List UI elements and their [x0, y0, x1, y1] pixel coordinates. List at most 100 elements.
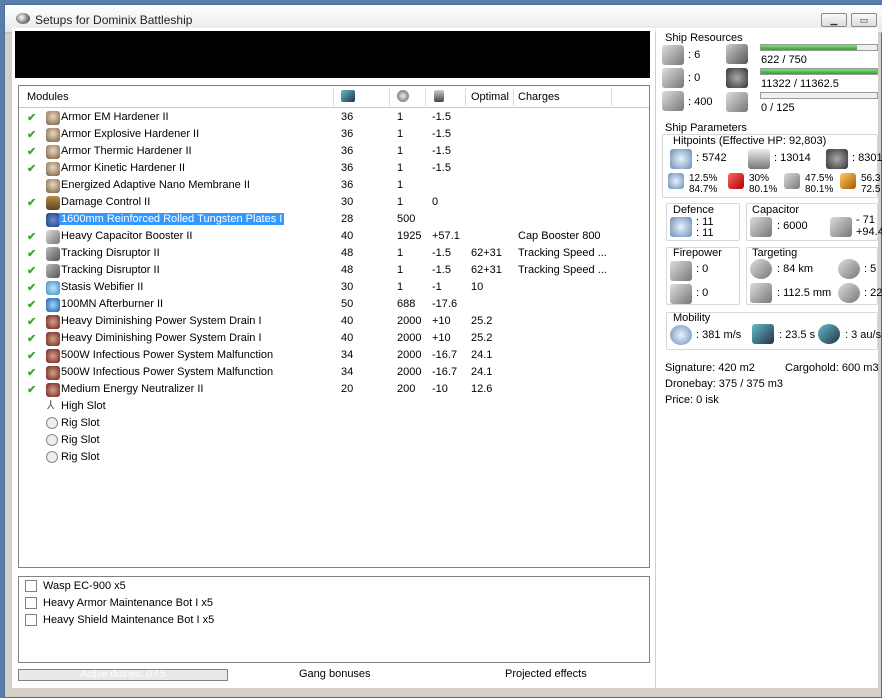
- max-targets-icon: [838, 259, 860, 279]
- active-check-icon[interactable]: ✔: [27, 281, 36, 294]
- firepower-title: Firepower: [673, 247, 722, 259]
- module-row[interactable]: ✔ Stasis Webifier II 30 1 -1 10: [19, 279, 649, 296]
- module-row[interactable]: ✔ 500W Infectious Power System Malfunctio…: [19, 364, 649, 381]
- module-optimal: 25.2: [471, 315, 493, 327]
- active-check-icon[interactable]: ✔: [27, 196, 36, 209]
- modules-header: Modules Optimal Charges: [19, 86, 649, 108]
- kinetic-resist: 47.5% 80.1%: [805, 173, 834, 195]
- module-name: Tracking Disruptor II: [61, 264, 160, 276]
- module-powergrid: 1: [397, 128, 404, 140]
- powergrid-bar: [760, 68, 878, 75]
- col-optimal[interactable]: Optimal: [471, 91, 509, 103]
- module-capacitor: -1.5: [432, 247, 451, 259]
- module-row[interactable]: ✔ 500W Infectious Power System Malfunctio…: [19, 347, 649, 364]
- module-row[interactable]: ✔ Armor Kinetic Hardener II 36 1 -1.5: [19, 160, 649, 177]
- active-check-icon[interactable]: ✔: [27, 111, 36, 124]
- hardener-icon: [46, 145, 60, 159]
- col-modules[interactable]: Modules: [27, 91, 69, 103]
- tracking-disruptor-icon: [46, 264, 60, 278]
- module-cpu: 34: [341, 366, 354, 378]
- warp-speed-icon: [818, 324, 840, 344]
- active-check-icon[interactable]: ✔: [27, 247, 36, 260]
- module-row[interactable]: Energized Adaptive Nano Membrane II 36 1: [19, 177, 649, 194]
- drone-checkbox[interactable]: [25, 580, 37, 592]
- active-check-icon[interactable]: ✔: [27, 315, 36, 328]
- module-cpu: 30: [341, 196, 354, 208]
- explosive-resist-icon: [840, 173, 856, 189]
- module-row[interactable]: ✔ Tracking Disruptor II 48 1 -1.5 62+31 Tracki…: [19, 245, 649, 262]
- active-check-icon[interactable]: ✔: [27, 349, 36, 362]
- module-cpu: 40: [341, 230, 354, 242]
- projected-effects-button[interactable]: Projected effects: [505, 668, 587, 680]
- minimize-button[interactable]: ▁: [821, 13, 847, 27]
- active-check-icon[interactable]: ✔: [27, 298, 36, 311]
- neutralizer-icon: [46, 349, 60, 363]
- powergrid-icon[interactable]: [397, 90, 409, 102]
- module-name: Rig Slot: [61, 434, 100, 446]
- cap-delta-b: +94.4: [856, 226, 882, 238]
- active-check-icon[interactable]: ✔: [27, 366, 36, 379]
- warp-speed: : 3 au/s: [845, 329, 882, 341]
- module-row[interactable]: ✔ Armor EM Hardener II 36 1 -1.5: [19, 109, 649, 126]
- module-row[interactable]: ✔ Medium Energy Neutralizer II 20 200 -10 12.…: [19, 381, 649, 398]
- module-name: Heavy Diminishing Power System Drain I: [61, 315, 262, 327]
- module-capacitor: -17.6: [432, 298, 458, 310]
- mobility-title: Mobility: [673, 312, 711, 324]
- module-capacitor: +10: [432, 315, 451, 327]
- active-check-icon[interactable]: ✔: [27, 128, 36, 141]
- capacitor-icon[interactable]: [434, 90, 444, 102]
- module-cpu: 34: [341, 349, 354, 361]
- active-check-icon[interactable]: ✔: [27, 145, 36, 158]
- firepower-a: : 0: [696, 263, 709, 275]
- module-name: 1600mm Reinforced Rolled Tungsten Plates…: [59, 213, 285, 225]
- armor-plate-icon: [46, 213, 60, 227]
- module-row[interactable]: 1600mm Reinforced Rolled Tungsten Plates…: [19, 211, 649, 228]
- damage-control-icon: [46, 196, 60, 210]
- module-row[interactable]: ⅄ High Slot: [19, 398, 649, 415]
- module-row[interactable]: ✔ 100MN Afterburner II 50 688 -17.6: [19, 296, 649, 313]
- module-name: Damage Control II: [61, 196, 151, 208]
- scan-resolution-icon: [750, 283, 772, 303]
- module-row[interactable]: ✔ Armor Explosive Hardener II 36 1 -1.5: [19, 126, 649, 143]
- drone-checkbox[interactable]: [25, 597, 37, 609]
- col-charges[interactable]: Charges: [518, 91, 560, 103]
- gang-bonuses-button[interactable]: Gang bonuses: [299, 668, 371, 680]
- module-row[interactable]: ✔ Heavy Capacitor Booster II 40 1925 +57.1 Ca…: [19, 228, 649, 245]
- module-name: Heavy Diminishing Power System Drain I: [61, 332, 262, 344]
- nosferatu-icon: [46, 332, 60, 346]
- active-check-icon[interactable]: ✔: [27, 332, 36, 345]
- module-row[interactable]: ✔ Damage Control II 30 1 0: [19, 194, 649, 211]
- module-capacitor: -1.5: [432, 264, 451, 276]
- module-row[interactable]: ✔ Heavy Diminishing Power System Drain I 4…: [19, 330, 649, 347]
- modules-list: Modules Optimal Charges ✔ Armor EM Harden…: [18, 85, 650, 568]
- drone-checkbox[interactable]: [25, 614, 37, 626]
- module-row[interactable]: Rig Slot: [19, 415, 649, 432]
- module-cpu: 30: [341, 281, 354, 293]
- target-range: : 84 km: [777, 263, 814, 275]
- hardener-icon: [46, 128, 60, 142]
- rig-slot-icon: [46, 417, 58, 429]
- active-check-icon[interactable]: ✔: [27, 383, 36, 396]
- module-row[interactable]: Rig Slot: [19, 432, 649, 449]
- module-row[interactable]: ✔ Armor Thermic Hardener II 36 1 -1.5: [19, 143, 649, 160]
- active-check-icon[interactable]: ✔: [27, 162, 36, 175]
- module-powergrid: 1: [397, 179, 404, 191]
- active-check-icon[interactable]: ✔: [27, 230, 36, 243]
- align-time: : 23.5 s: [779, 329, 816, 341]
- drone-bandwidth-bar: [760, 92, 878, 99]
- module-row[interactable]: Rig Slot: [19, 449, 649, 466]
- module-row[interactable]: ✔ Tracking Disruptor II 48 1 -1.5 62+31 Tracki…: [19, 262, 649, 279]
- targeting-title: Targeting: [752, 247, 798, 259]
- hitpoints-title: Hitpoints (Effective HP: 92,803): [673, 135, 827, 147]
- defence-title: Defence: [673, 204, 714, 216]
- neutralizer-icon: [46, 366, 60, 380]
- module-powergrid: 500: [397, 213, 416, 225]
- cpu-resource-icon: [726, 44, 748, 64]
- maximize-button[interactable]: ▭: [851, 13, 877, 27]
- module-name: Armor Kinetic Hardener II: [61, 162, 186, 174]
- module-row[interactable]: ✔ Heavy Diminishing Power System Drain I 4…: [19, 313, 649, 330]
- module-capacitor: -16.7: [432, 366, 458, 378]
- structure-hp: : 8301: [852, 152, 882, 164]
- cpu-icon[interactable]: [341, 90, 355, 102]
- active-check-icon[interactable]: ✔: [27, 264, 36, 277]
